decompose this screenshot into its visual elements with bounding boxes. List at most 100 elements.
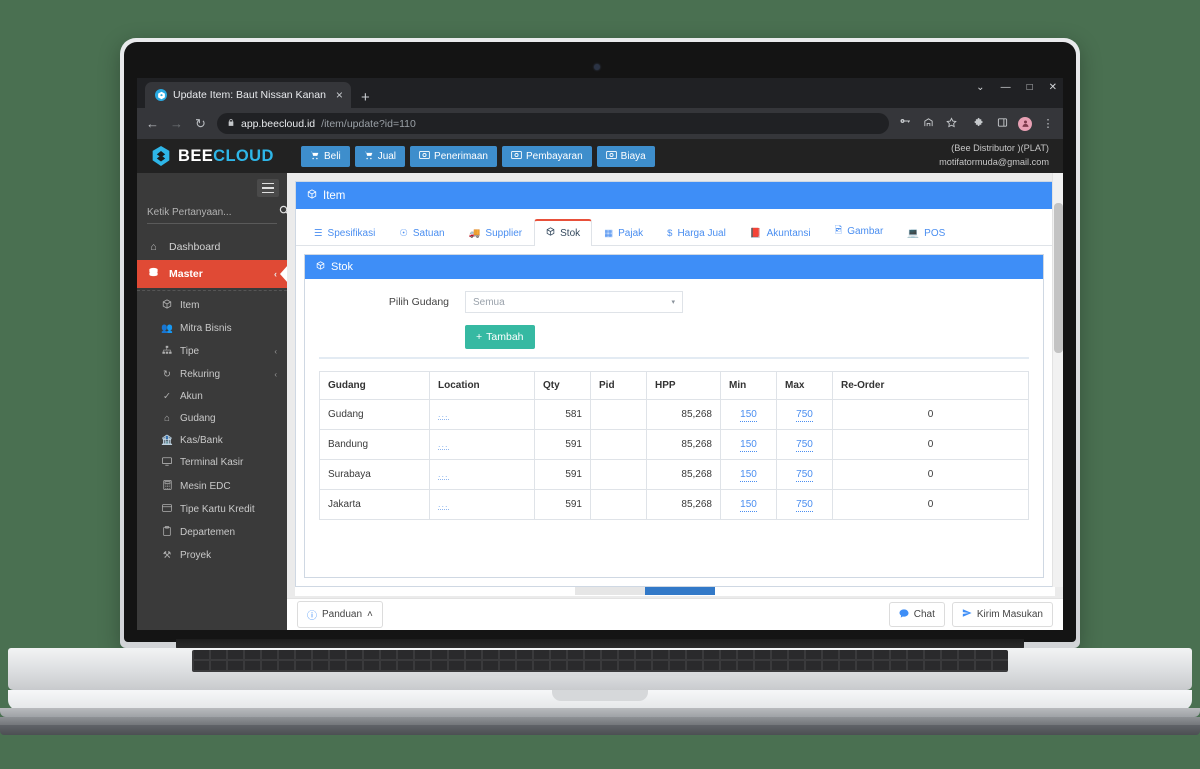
sidebar-item-akun[interactable]: ✓ Akun — [137, 385, 287, 407]
col-min[interactable]: Min — [720, 371, 777, 400]
max-value[interactable]: 750 — [796, 499, 813, 512]
max-value[interactable]: 750 — [796, 409, 813, 422]
sidebar-item-departemen[interactable]: Departemen — [137, 520, 287, 544]
close-window-icon[interactable]: ✕ — [1049, 82, 1057, 93]
tab-stok[interactable]: Stok — [534, 219, 593, 246]
tab-akuntansi[interactable]: 📕 Akuntansi — [738, 221, 823, 246]
min-value[interactable]: 150 — [740, 499, 757, 512]
sidebar-item-tipe[interactable]: Tipe ‹ — [137, 339, 287, 363]
sidebar-item-item[interactable]: Item — [137, 293, 287, 317]
sidebar-item-tipe-kartu-kredit[interactable]: Tipe Kartu Kredit — [137, 498, 287, 520]
minimize-icon[interactable]: — — [1001, 82, 1011, 93]
table-row[interactable]: Surabaya ... 591 85,268 150 750 0 — [319, 459, 1029, 490]
sidebar-item-kas-bank[interactable]: 🏦 Kas/Bank — [137, 429, 287, 451]
table-row[interactable]: Bandung ... 591 85,268 150 750 0 — [319, 429, 1029, 460]
cell-min[interactable]: 150 — [720, 429, 777, 460]
browser-tab[interactable]: Update Item: Baut Nissan Kanan × — [145, 82, 351, 108]
cell-qty: 591 — [534, 429, 591, 460]
chevron-down-icon[interactable]: ⌄ — [976, 82, 984, 93]
user-info[interactable]: (Bee Distributor )(PLAT) motifatormuda@g… — [939, 141, 1049, 169]
vertical-scrollbar-thumb[interactable] — [1054, 203, 1063, 353]
topnav-beli-button[interactable]: Beli — [301, 145, 350, 167]
col-qty[interactable]: Qty — [534, 371, 591, 400]
col-hpp[interactable]: HPP — [646, 371, 721, 400]
money-icon — [419, 151, 430, 161]
vertical-scrollbar[interactable] — [1052, 173, 1063, 587]
hamburger-menu-icon[interactable] — [257, 179, 279, 197]
tab-pos[interactable]: 💻 POS — [895, 221, 957, 246]
cell-max[interactable]: 750 — [776, 429, 833, 460]
table-row[interactable]: Gudang ... 581 85,268 150 750 0 — [319, 399, 1029, 430]
tab-supplier[interactable]: 🚚 Supplier — [457, 221, 535, 246]
col-max[interactable]: Max — [776, 371, 833, 400]
horizontal-scrollbar-thumb[interactable] — [645, 587, 715, 595]
cell-max[interactable]: 750 — [776, 489, 833, 520]
topnav-jual-button[interactable]: Jual — [354, 145, 406, 167]
tab-spesifikasi[interactable]: ☰ Spesifikasi — [302, 221, 387, 246]
search-input[interactable] — [147, 206, 279, 218]
topnav-penerimaan-button[interactable]: Penerimaan — [410, 145, 497, 167]
min-value[interactable]: 150 — [740, 439, 757, 452]
sidebar-item-dashboard[interactable]: ⌂ Dashboard — [137, 234, 287, 260]
new-tab-button[interactable]: + — [361, 90, 370, 105]
max-value[interactable]: 750 — [796, 439, 813, 452]
cell-min[interactable]: 150 — [720, 399, 777, 430]
col-pid[interactable]: Pid — [590, 371, 647, 400]
bookmark-star-icon[interactable] — [944, 116, 958, 131]
brand-logo[interactable]: BEECLOUD — [151, 145, 301, 167]
tab-label: Akuntansi — [766, 228, 811, 239]
col-reorder[interactable]: Re-Order — [832, 371, 1029, 400]
cell-max[interactable]: 750 — [776, 459, 833, 490]
panduan-button[interactable]: ⓘ Panduan ˄ — [297, 601, 383, 628]
book-icon: 📕 — [749, 228, 762, 239]
sidebar-item-terminal-kasir[interactable]: Terminal Kasir — [137, 451, 287, 474]
min-value[interactable]: 150 — [740, 409, 757, 422]
sidebar-item-proyek[interactable]: ⚒ Proyek — [137, 544, 287, 566]
kirim-masukan-button[interactable]: Kirim Masukan — [951, 602, 1053, 627]
cell-min[interactable]: 150 — [720, 459, 777, 490]
sidebar-item-rekuring[interactable]: ↻ Rekuring ‹ — [137, 363, 287, 385]
tambah-button[interactable]: + Tambah — [465, 325, 535, 349]
key-icon[interactable] — [898, 116, 912, 131]
tab-gambar[interactable]: 🖻 Gambar — [823, 216, 896, 246]
table-row[interactable]: Jakarta ... 591 85,268 150 750 0 — [319, 489, 1029, 520]
col-gudang[interactable]: Gudang — [319, 371, 430, 400]
maximize-icon[interactable]: □ — [1027, 82, 1033, 93]
footer-actions: Chat Kirim Masukan — [888, 602, 1053, 627]
cell-qty: 581 — [534, 399, 591, 430]
tab-harga-jual[interactable]: $ Harga Jual — [655, 221, 738, 246]
cell-max[interactable]: 750 — [776, 399, 833, 430]
cell-location[interactable]: ... — [429, 399, 535, 430]
col-location[interactable]: Location — [429, 371, 535, 400]
topnav-biaya-button[interactable]: Biaya — [596, 145, 655, 167]
min-value[interactable]: 150 — [740, 469, 757, 482]
reload-icon[interactable]: ↻ — [193, 116, 208, 132]
cell-location[interactable]: ... — [429, 459, 535, 490]
back-icon[interactable]: ← — [145, 116, 160, 131]
profile-avatar[interactable] — [1018, 116, 1032, 131]
stok-panel-body: Pilih Gudang Semua ▾ + Tambah Gudang Loc… — [305, 279, 1043, 577]
tab-pajak[interactable]: ▦ Pajak — [592, 221, 655, 246]
cell-location[interactable]: ... — [429, 429, 535, 460]
cell-location[interactable]: ... — [429, 489, 535, 520]
sidebar-item-master[interactable]: Master ‹ — [137, 260, 287, 288]
topnav-pembayaran-button[interactable]: Pembayaran — [501, 145, 592, 167]
sidebar-item-gudang[interactable]: ⌂ Gudang — [137, 407, 287, 429]
max-value[interactable]: 750 — [796, 469, 813, 482]
browser-menu-icon[interactable]: ⋮ — [1041, 117, 1055, 130]
sidebar-item-mitra-bisnis[interactable]: 👥 Mitra Bisnis — [137, 317, 287, 339]
side-panel-icon[interactable] — [995, 117, 1009, 131]
tab-satuan[interactable]: ☉ Satuan — [387, 221, 456, 246]
address-bar[interactable]: app.beecloud.id/item/update?id=110 — [217, 113, 889, 134]
sidebar-search[interactable] — [147, 205, 290, 224]
money-icon — [511, 151, 522, 161]
horizontal-scrollbar[interactable] — [295, 587, 1055, 596]
gudang-select[interactable]: Semua ▾ — [465, 291, 683, 313]
close-icon[interactable]: × — [336, 89, 343, 101]
share-icon[interactable] — [921, 117, 935, 131]
sidebar-item-mesin-edc[interactable]: Mesin EDC — [137, 474, 287, 498]
chat-button[interactable]: Chat — [888, 602, 945, 627]
forward-icon[interactable]: → — [169, 116, 184, 131]
cell-min[interactable]: 150 — [720, 489, 777, 520]
extensions-puzzle-icon[interactable] — [972, 117, 986, 131]
